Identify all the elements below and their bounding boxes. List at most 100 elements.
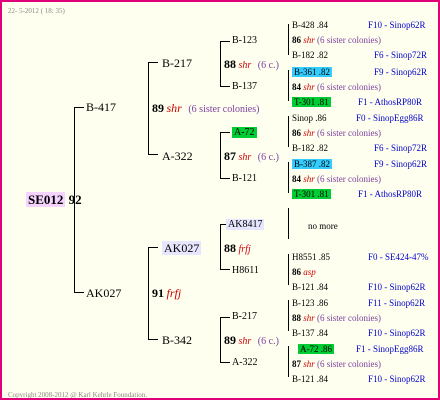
ak8417-id: AK8417: [226, 219, 265, 230]
b342-info: 89 shr (6 c.): [224, 334, 279, 348]
row-9-left: B-182 .82: [292, 143, 328, 153]
b217-note: (6 c.): [257, 60, 279, 71]
row-9-right: F6 - Sinop72R: [374, 143, 428, 153]
ak027-bracket: [220, 224, 221, 270]
sire-bracket-bottom: [148, 154, 158, 155]
row-1-right: F10 - Sinop62R: [368, 20, 426, 30]
node-a322b[interactable]: A-322: [232, 357, 258, 369]
footer-copyright: Copyright 2008-2012 @ Karl Kehrle Founda…: [8, 391, 148, 399]
b342-shr: shr: [238, 336, 252, 347]
row-16[interactable]: B-123 .86: [292, 297, 328, 309]
b342-bracket-bottom: [220, 362, 230, 363]
row-15[interactable]: B-121 .84: [292, 281, 328, 293]
b342-bracket: [220, 317, 221, 363]
dam-bracket-top: [148, 247, 158, 248]
b217-bracket-top: [220, 41, 230, 42]
row-1[interactable]: B-428 .84: [292, 19, 328, 31]
root-bracket-bottom: [74, 292, 84, 293]
row-20: 87 shr (6 sister colonies): [292, 359, 381, 369]
b217-shr: shr: [238, 60, 252, 71]
a322b-bracket: [288, 346, 289, 377]
dam-info: 91 frfj: [152, 287, 181, 301]
row-3-right: F6 - Sinop72R: [374, 50, 428, 60]
b217-bracket: [220, 41, 221, 87]
row-6[interactable]: T-301 .81: [292, 96, 331, 108]
node-a72[interactable]: A-72: [232, 127, 257, 139]
sire-num: 89: [152, 101, 164, 115]
row-19[interactable]: A-72 .86: [298, 343, 334, 355]
report-date: 22- 5-2012 ( 18: 35): [8, 7, 65, 15]
a322-bracket: [220, 132, 221, 179]
row-18[interactable]: B-137 .84: [292, 327, 328, 339]
row-4-left: B-361 .82: [292, 67, 332, 77]
ak027-num: 88: [224, 241, 236, 255]
row-10-left: B-387 .82: [292, 159, 332, 169]
row-5: 84 shr (6 sister colonies): [292, 82, 381, 92]
dam-code: frfj: [166, 286, 182, 300]
root-bracket: [74, 107, 75, 293]
pedigree-frame: 22- 5-2012 ( 18: 35) SE012 92 B-417 89 s…: [0, 0, 440, 400]
node-b123[interactable]: B-123: [232, 35, 257, 47]
sire-bracket: [148, 62, 149, 155]
dam-num: 91: [152, 286, 164, 300]
root-id: SE012: [26, 192, 66, 207]
row-18-right: F10 - Sinop62R: [368, 328, 426, 338]
root-bracket-top: [74, 107, 84, 108]
row-7-left: Sinop .86: [292, 113, 327, 123]
row-2: 86 shr (6 sister colonies): [292, 35, 381, 45]
ak027-code: frfj: [238, 244, 251, 255]
a72-id: A-72: [232, 127, 257, 138]
sire-bracket-top: [148, 62, 158, 63]
a72-bracket: [288, 116, 289, 147]
row-4[interactable]: B-361 .82: [292, 66, 332, 78]
b342-bracket-top: [220, 317, 230, 318]
row-15-left: B-121 .84: [292, 282, 328, 292]
row-17: 88 shr (6 sister colonies): [292, 313, 381, 323]
dam-id[interactable]: AK027: [86, 287, 121, 299]
row-3[interactable]: B-182 .82: [292, 49, 328, 61]
a322-num: 87: [224, 149, 236, 163]
sire-info: 89 shr (6 sister colonies): [152, 102, 259, 116]
b121-bracket: [288, 162, 289, 193]
row-7[interactable]: Sinop .86: [292, 112, 327, 124]
no-more-label: no more: [308, 221, 338, 231]
b217b-bracket: [288, 300, 289, 331]
row-19-left: A-72 .86: [298, 344, 334, 354]
h8611-bracket: [288, 254, 289, 285]
ak027-info: 88 frfj: [224, 242, 251, 256]
row-13[interactable]: H8551 .85: [292, 251, 330, 263]
row-12-right: F1 - AthosRP80R: [358, 189, 423, 199]
row-15-right: F10 - Sinop62R: [368, 282, 426, 292]
row-10[interactable]: B-387 .82: [292, 158, 332, 170]
node-ak027[interactable]: AK027: [162, 241, 202, 255]
row-12[interactable]: T-301 .81: [292, 188, 331, 200]
b123-bracket: [288, 24, 289, 55]
a322-bracket-bottom: [220, 178, 230, 179]
b342-note: (6 c.): [257, 336, 279, 347]
node-h8611[interactable]: H8611: [232, 265, 259, 277]
dam-bracket: [148, 247, 149, 340]
a322-shr: shr: [238, 152, 252, 163]
row-6-right: F1 - AthosRP80R: [358, 97, 423, 107]
row-14: 86 asp: [292, 267, 316, 277]
sire-id[interactable]: B-417: [86, 101, 116, 113]
b342-num: 89: [224, 333, 236, 347]
row-11: 84 shr (6 sister colonies): [292, 174, 381, 184]
row-21-right: F10 - Sinop62R: [368, 374, 426, 384]
row-9[interactable]: B-182 .82: [292, 142, 328, 154]
node-b121[interactable]: B-121: [232, 173, 257, 185]
row-13-right: F0 - SE424-47%: [368, 252, 429, 262]
node-a322[interactable]: A-322: [162, 150, 193, 162]
node-b137[interactable]: B-137: [232, 81, 257, 93]
node-b217[interactable]: B-217: [162, 57, 192, 69]
b217-info: 88 shr (6 c.): [224, 58, 279, 72]
node-ak8417[interactable]: AK8417: [226, 219, 265, 231]
node-b342[interactable]: B-342: [162, 334, 192, 346]
node-b217b[interactable]: B-217: [232, 311, 257, 323]
root-num: 92: [68, 192, 82, 207]
row-21[interactable]: B-121 .84: [292, 373, 328, 385]
row-1-left: B-428 .84: [292, 20, 328, 30]
row-6-left: T-301 .81: [292, 97, 331, 107]
ak8417-bracket: [288, 208, 289, 239]
row-19-right: F1 - SinopEgg86R: [356, 344, 424, 354]
